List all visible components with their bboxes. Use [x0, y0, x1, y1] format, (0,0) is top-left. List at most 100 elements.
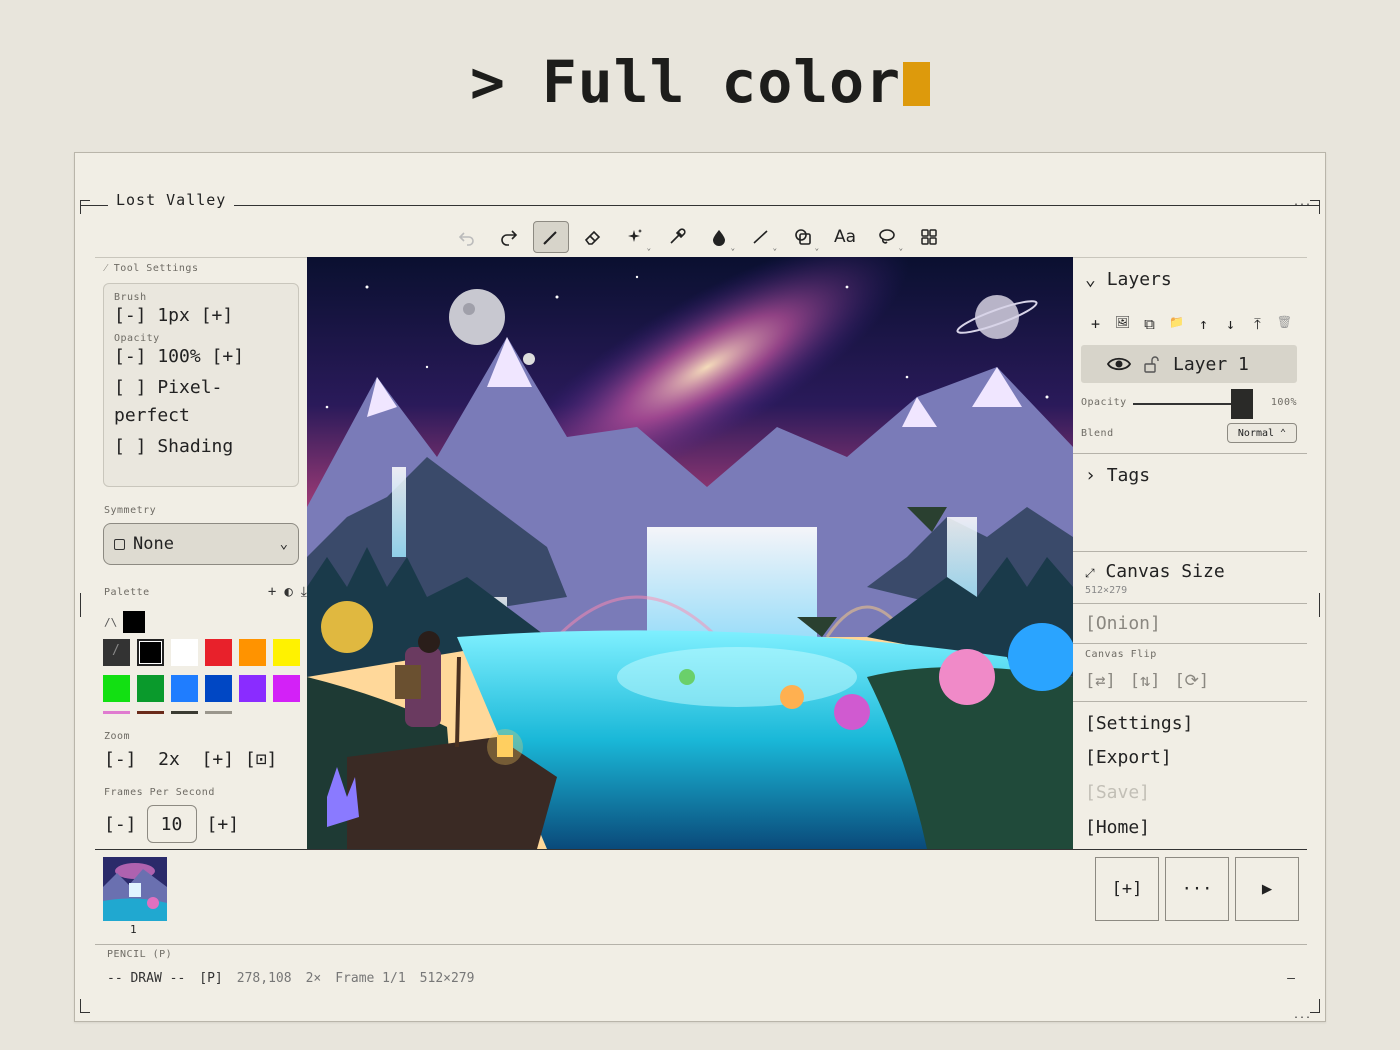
- duplicate-layer-icon[interactable]: ⧉: [1141, 315, 1158, 333]
- folder-icon[interactable]: 📁: [1168, 315, 1185, 333]
- brush-size-control[interactable]: [-] 1px [+]: [114, 303, 288, 329]
- palette-actions: + ◐ ⤓: [268, 584, 307, 600]
- palette-swatch[interactable]: [103, 675, 130, 702]
- status-tool-key: [P]: [199, 971, 223, 986]
- eyedropper-tool[interactable]: [659, 221, 695, 253]
- tool-settings-box: Brush [-] 1px [+] Opacity [-] 100% [+] […: [103, 283, 299, 487]
- canvas-size-value: 512×279: [1085, 585, 1128, 596]
- canvas-flip-controls: [⇄] [⇅] [⟳]: [1085, 671, 1209, 691]
- symmetry-select[interactable]: None ⌄: [103, 523, 299, 565]
- add-layer-icon[interactable]: +: [1087, 315, 1104, 333]
- layer-name: Layer 1: [1173, 353, 1249, 375]
- current-tool-label: PENCIL (P): [107, 949, 173, 960]
- rotate-button[interactable]: [⟳]: [1174, 671, 1209, 691]
- fps-input[interactable]: 10: [146, 805, 197, 843]
- palette-swatch[interactable]: [171, 639, 198, 666]
- frame-thumbnail[interactable]: [103, 857, 167, 921]
- headline-text: Full color: [541, 48, 902, 116]
- pencil-small-icon: ⁄: [105, 263, 108, 274]
- palette-swatch[interactable]: /: [103, 639, 130, 666]
- blend-label: Blend: [1081, 428, 1114, 439]
- text-tool[interactable]: Aa: [827, 221, 863, 253]
- flip-horizontal-button[interactable]: [⇄]: [1085, 671, 1116, 691]
- fill-icon: [713, 230, 725, 246]
- artwork-image: [307, 257, 1073, 849]
- magic-wand-tool[interactable]: ⌄: [617, 221, 653, 253]
- opacity-label: Opacity: [114, 333, 160, 344]
- add-frame-button[interactable]: [+]: [1095, 857, 1159, 921]
- eraser-tool[interactable]: [575, 221, 611, 253]
- shapes-tool[interactable]: ⌄: [785, 221, 821, 253]
- left-panel: ⁄ Tool Settings Brush [-] 1px [+] Opacit…: [95, 257, 307, 849]
- palette-swatch[interactable]: [273, 675, 300, 702]
- shading-toggle[interactable]: [ ] Shading: [114, 434, 288, 460]
- palette-swatch[interactable]: [137, 639, 164, 666]
- chevron-down-icon: ⌄: [1085, 269, 1096, 290]
- palette-swatch[interactable]: [137, 675, 164, 702]
- fps-control: [-] 10 [+]: [104, 805, 239, 843]
- fps-decrease-button[interactable]: [-]: [104, 814, 137, 835]
- status-coords: 278,108: [236, 971, 292, 986]
- status-size: 512×279: [419, 971, 475, 986]
- palette-swatch[interactable]: [239, 639, 266, 666]
- line-tool[interactable]: ⌄: [743, 221, 779, 253]
- fg-marker: /\: [104, 615, 118, 629]
- line-icon: [753, 230, 768, 244]
- merge-icon[interactable]: ⤒: [1249, 315, 1266, 333]
- grid-tool[interactable]: [911, 221, 947, 253]
- move-up-icon[interactable]: ↑: [1195, 315, 1212, 333]
- layer-row[interactable]: Layer 1: [1081, 345, 1297, 383]
- palette-swatch[interactable]: [171, 675, 198, 702]
- flip-vertical-button[interactable]: [⇅]: [1130, 671, 1161, 691]
- status-right: –: [1287, 971, 1295, 986]
- toolbar: ⌄ ⌄ ⌄ ⌄ Aa ⌄: [449, 219, 947, 255]
- layers-section-toggle[interactable]: ⌄ Layers: [1085, 269, 1172, 290]
- fill-tool[interactable]: ⌄: [701, 221, 737, 253]
- status-bar: -- DRAW -- [P] 278,108 2× Frame 1/1 512×…: [107, 971, 474, 986]
- fps-increase-button[interactable]: [+]: [207, 814, 240, 835]
- palette-swatch[interactable]: [239, 675, 266, 702]
- layer-toolbar: + 🖼 ⧉ 📁 ↑ ↓ ⤒ 🗑: [1087, 315, 1293, 333]
- image-layer-icon[interactable]: 🖼: [1114, 315, 1131, 333]
- blend-mode-select[interactable]: Normal ⌃: [1227, 423, 1297, 443]
- foreground-swatch[interactable]: [123, 611, 146, 633]
- page-headline: > Full color: [0, 48, 1400, 116]
- eye-icon[interactable]: [1107, 356, 1131, 372]
- palette-swatch[interactable]: [205, 639, 232, 666]
- save-button[interactable]: [Save]: [1085, 782, 1150, 803]
- add-color-icon[interactable]: +: [268, 584, 276, 600]
- zoom-control[interactable]: [-] 2x [+] [⊡]: [104, 747, 277, 773]
- frame-options-button[interactable]: ···: [1165, 857, 1229, 921]
- symmetry-value: None: [133, 534, 174, 554]
- unlock-icon[interactable]: [1143, 355, 1161, 373]
- layer-opacity-knob[interactable]: [1231, 389, 1253, 419]
- redo-button[interactable]: [491, 221, 527, 253]
- frame-dots-bottom: ...: [1292, 1010, 1311, 1021]
- lasso-tool[interactable]: ⌄: [869, 221, 905, 253]
- zoom-label: Zoom: [104, 731, 131, 742]
- pencil-icon: [543, 231, 557, 245]
- pixel-perfect-toggle[interactable]: [ ] Pixel-perfect: [114, 374, 264, 430]
- canvas-size-button[interactable]: ⤢ Canvas Size: [1085, 561, 1225, 582]
- onion-skin-button[interactable]: [Onion]: [1085, 613, 1161, 634]
- undo-button[interactable]: [449, 221, 485, 253]
- play-button[interactable]: ▶: [1235, 857, 1299, 921]
- export-button[interactable]: [Export]: [1085, 747, 1172, 768]
- contrast-icon[interactable]: ◐: [284, 584, 292, 600]
- chevron-down-icon: ⌄: [279, 536, 288, 552]
- home-button[interactable]: [Home]: [1085, 817, 1150, 838]
- palette-swatch[interactable]: [273, 639, 300, 666]
- drawing-canvas[interactable]: [307, 257, 1073, 849]
- opacity-control[interactable]: [-] 100% [+]: [114, 344, 288, 370]
- magic-wand-icon: [628, 229, 642, 242]
- status-zoom: 2×: [305, 971, 322, 986]
- palette-swatch[interactable]: [205, 675, 232, 702]
- pencil-tool[interactable]: [533, 221, 569, 253]
- resize-icon: ⤢: [1085, 566, 1095, 580]
- settings-button[interactable]: [Settings]: [1085, 713, 1193, 734]
- trash-icon[interactable]: 🗑: [1276, 315, 1293, 333]
- frame-top-border: [81, 205, 1319, 206]
- tags-section-toggle[interactable]: › Tags: [1085, 465, 1150, 486]
- move-down-icon[interactable]: ↓: [1222, 315, 1239, 333]
- layer-opacity-label: Opacity: [1081, 397, 1127, 408]
